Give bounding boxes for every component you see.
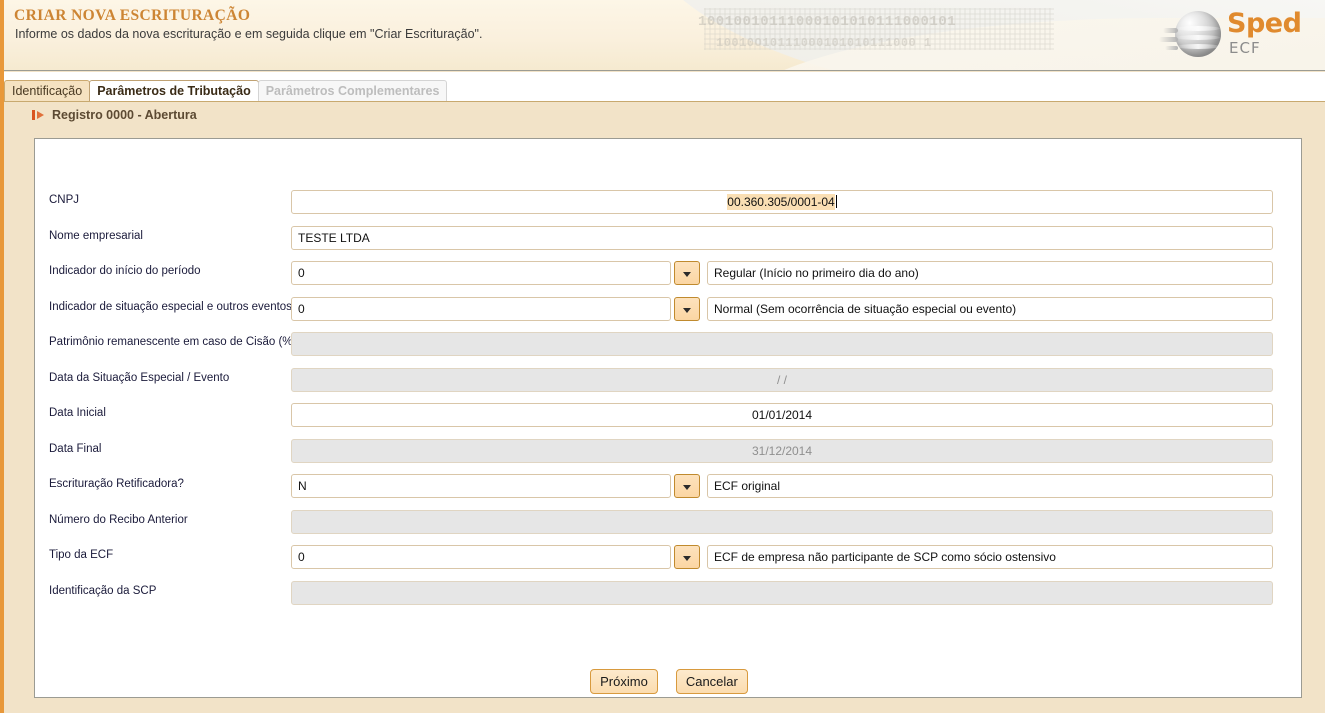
- flag-marker-icon: [32, 110, 45, 120]
- field-label: Patrimônio remanescente em caso de Cisão…: [49, 336, 297, 348]
- tab-label: Identificação: [12, 84, 83, 98]
- tab-label: Parâmetros Complementares: [265, 84, 440, 98]
- sphere-band: [1176, 26, 1220, 31]
- chevron-down-icon[interactable]: [674, 296, 700, 321]
- section-header: Registro 0000 - Abertura: [32, 108, 197, 122]
- tab-underline: [4, 101, 1325, 102]
- field-text-input: / /: [291, 367, 1273, 392]
- binary-watermark-top: 10010010111000101010111000101: [698, 14, 957, 30]
- form-row: Identificação da SCP: [35, 580, 1303, 605]
- field-text-input[interactable]: 01/01/2014: [291, 403, 1273, 427]
- field-label: Nome empresarial: [49, 229, 143, 242]
- sphere-motion-trail: [1165, 46, 1178, 50]
- field-label: Identificação da SCP: [49, 584, 157, 597]
- form-row: CNPJ 00.360.305/0001-04: [35, 190, 1303, 214]
- field-code-input[interactable]: N: [291, 474, 671, 498]
- tab-list: Identificação Parâmetros de Tributação P…: [4, 80, 448, 102]
- field-label: Data Final: [49, 442, 102, 455]
- form-row: Escrituração Retificadora? N ECF original: [35, 474, 1303, 498]
- field-label: Escrituração Retificadora?: [49, 478, 184, 490]
- field-description-input[interactable]: Normal (Sem ocorrência de situação espec…: [707, 296, 1273, 321]
- next-button[interactable]: Próximo: [590, 669, 658, 694]
- application-page: 10010010111000101010111000101 10010O1011…: [0, 0, 1325, 713]
- sphere-band: [1176, 44, 1220, 49]
- logo-brand-text: Sped: [1227, 8, 1302, 39]
- field-description-input[interactable]: ECF original: [707, 474, 1273, 498]
- field-code-input[interactable]: 0: [291, 545, 671, 569]
- form-row: Indicador de situação especial e outros …: [35, 296, 1303, 321]
- footer-strip: [4, 706, 1325, 713]
- sphere-motion-trail: [1163, 28, 1178, 33]
- chevron-down-icon[interactable]: [674, 474, 700, 498]
- tab-strip: Identificação Parâmetros de Tributação P…: [4, 72, 1325, 102]
- binary-watermark-bottom: 10010O10111000101010111000 1: [716, 36, 932, 50]
- sped-ecf-logo: Sped ECF: [1159, 8, 1303, 62]
- page-subtitle: Informe os dados da nova escrituração e …: [15, 27, 483, 41]
- field-text-input: 31/12/2014: [291, 438, 1273, 463]
- tab-parametros-complementares: Parâmetros Complementares: [257, 80, 448, 102]
- field-text-input: [291, 509, 1273, 534]
- field-code-input[interactable]: 0: [291, 296, 671, 321]
- header-banner: 10010010111000101010111000101 10010O1011…: [4, 0, 1325, 71]
- sphere-band: [1176, 35, 1220, 40]
- form-row: Tipo da ECF 0 ECF de empresa não participa…: [35, 545, 1303, 569]
- tab-identificacao[interactable]: Identificação: [4, 80, 91, 102]
- form-row: Data da Situação Especial / Evento / /: [35, 367, 1303, 392]
- form-row: Número do Recibo Anterior: [35, 509, 1303, 534]
- field-text-input[interactable]: 00.360.305/0001-04: [291, 190, 1273, 214]
- tab-label: Parâmetros de Tributação: [97, 84, 251, 98]
- form-row: Data Inicial 01/01/2014: [35, 403, 1303, 427]
- cancel-button[interactable]: Cancelar: [675, 669, 748, 694]
- chevron-down-icon[interactable]: [674, 545, 700, 569]
- field-label: Indicador de situação especial e outros …: [49, 300, 292, 313]
- form-row: Indicador do início do período 0 Regular (…: [35, 261, 1303, 285]
- form-row: Patrimônio remanescente em caso de Cisão…: [35, 332, 1303, 356]
- field-label: Indicador do início do período: [49, 265, 201, 277]
- form-button-bar: Próximo Cancelar: [35, 669, 1303, 694]
- sphere-icon: [1159, 11, 1221, 57]
- field-label: Tipo da ECF: [49, 549, 114, 561]
- logo-product-text: ECF: [1229, 39, 1261, 57]
- field-label: Data Inicial: [49, 407, 106, 419]
- chevron-down-icon[interactable]: [674, 261, 700, 285]
- text-caret: [835, 195, 837, 208]
- form-row: Data Final 31/12/2014: [35, 438, 1303, 463]
- field-text-input[interactable]: TESTE LTDA: [291, 225, 1273, 250]
- field-label: Data da Situação Especial / Evento: [49, 371, 230, 384]
- field-text-input: [291, 332, 1273, 356]
- selected-text: 00.360.305/0001-04: [727, 194, 835, 210]
- field-label: Número do Recibo Anterior: [49, 513, 188, 526]
- field-description-input[interactable]: Regular (Início no primeiro dia do ano): [707, 261, 1273, 285]
- sphere-motion-trail: [1159, 37, 1178, 42]
- page-title: CRIAR NOVA ESCRITURAÇÃO: [14, 7, 251, 24]
- field-label: CNPJ: [49, 194, 80, 206]
- field-text-input: [291, 580, 1273, 605]
- section-title: Registro 0000 - Abertura: [52, 108, 197, 122]
- form-panel: CNPJ 00.360.305/0001-04 Nome empresarial TE…: [34, 138, 1302, 698]
- field-description-input[interactable]: ECF de empresa não participante de SCP c…: [707, 545, 1273, 569]
- field-code-input[interactable]: 0: [291, 261, 671, 285]
- form-row: Nome empresarial TESTE LTDA: [35, 225, 1303, 250]
- tab-parametros-de-tributacao[interactable]: Parâmetros de Tributação: [89, 80, 259, 102]
